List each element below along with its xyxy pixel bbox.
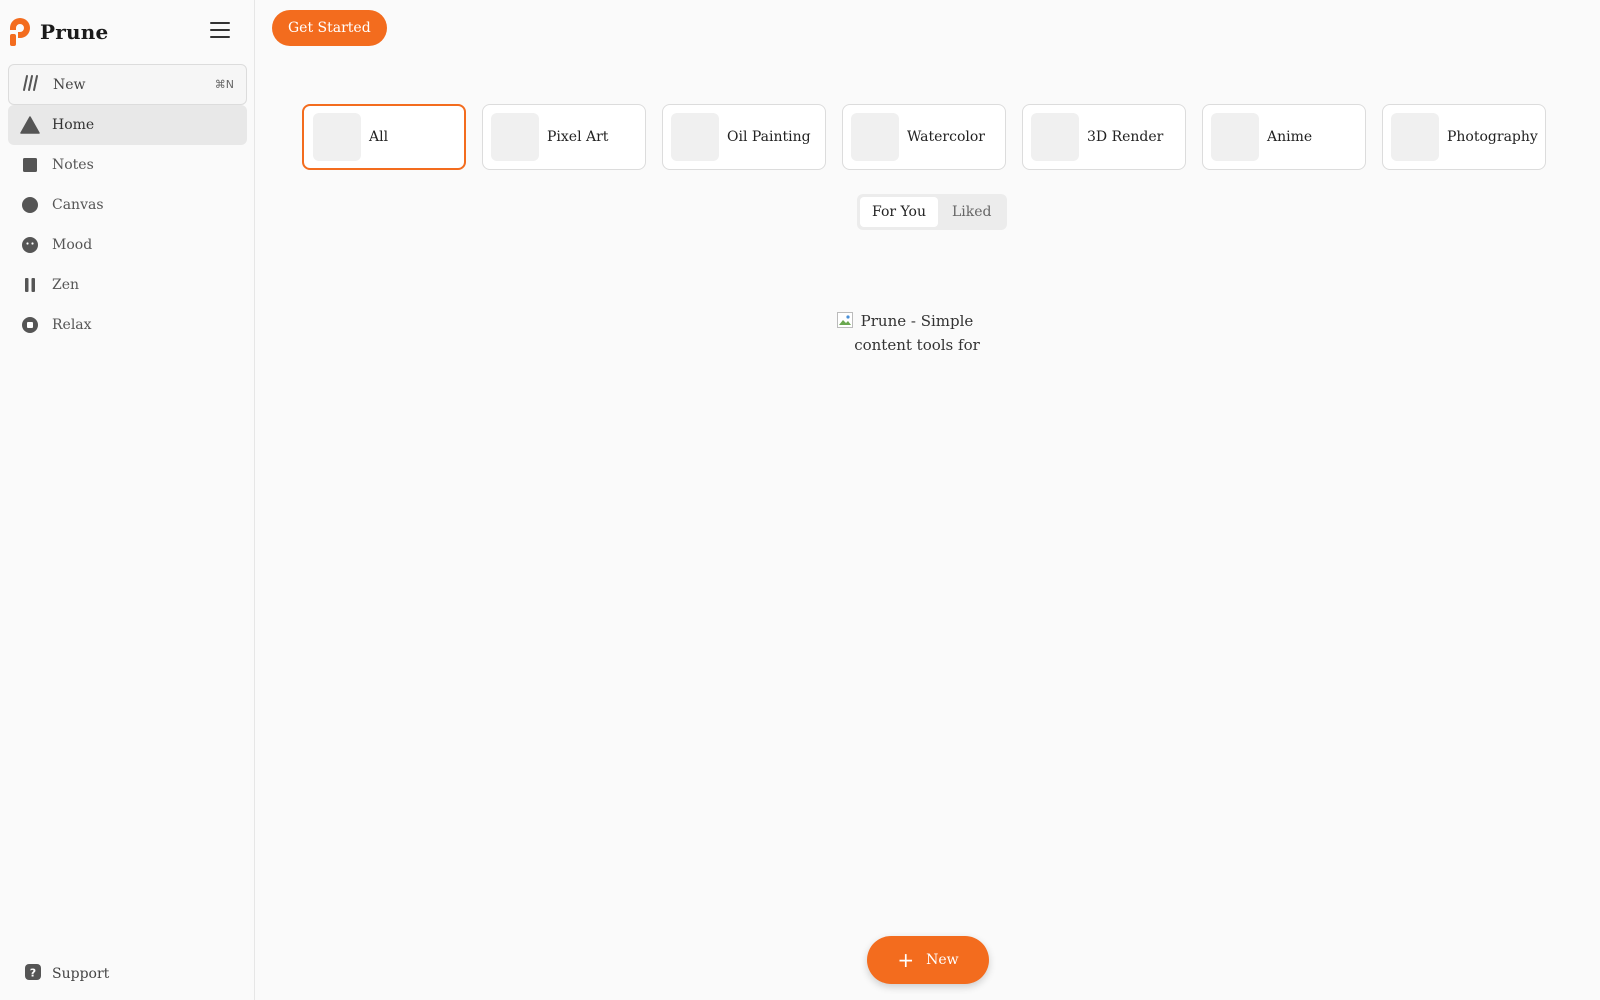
style-card-pixel-art[interactable]: Pixel Art <box>482 104 646 170</box>
style-label: Oil Painting <box>727 129 811 145</box>
style-label: Photography <box>1447 129 1538 145</box>
style-thumbnail <box>313 113 361 161</box>
brand[interactable]: Prune <box>8 16 108 48</box>
ring-icon <box>20 315 40 335</box>
fab-label: New <box>926 952 959 968</box>
sidebar-item-notes[interactable]: Notes <box>8 145 247 185</box>
circle-icon <box>20 195 40 215</box>
new-shortcut: ⌘N <box>214 78 234 91</box>
face-icon <box>20 235 40 255</box>
style-filter-list: All Pixel Art Oil Painting Watercolor 3D… <box>302 104 1546 170</box>
style-card-3d-render[interactable]: 3D Render <box>1022 104 1186 170</box>
svg-text:?: ? <box>30 967 36 980</box>
sidebar-item-label: Mood <box>52 237 93 253</box>
new-button[interactable]: New ⌘N <box>8 64 247 105</box>
support-label: Support <box>52 966 110 982</box>
style-label: Pixel Art <box>547 129 609 145</box>
sidebar-item-relax[interactable]: Relax <box>8 305 247 345</box>
brand-name: Prune <box>40 20 109 44</box>
sidebar-item-label: Notes <box>52 157 94 173</box>
style-card-watercolor[interactable]: Watercolor <box>842 104 1006 170</box>
prune-logo-icon <box>8 16 32 48</box>
slashes-icon <box>21 74 39 96</box>
new-button-label: New <box>53 76 86 93</box>
style-label: 3D Render <box>1087 129 1164 145</box>
plus-icon: + <box>897 948 915 972</box>
hero-image: Prune - Simple content tools for <box>837 309 997 351</box>
style-label: Watercolor <box>907 129 985 145</box>
sidebar-item-home[interactable]: Home <box>8 105 247 145</box>
get-started-button[interactable]: Get Started <box>272 10 387 46</box>
feed-tabs: For You Liked <box>857 194 1007 230</box>
style-label: Anime <box>1267 129 1313 145</box>
style-thumbnail <box>671 113 719 161</box>
hero-image-alt-text: Prune - Simple content tools for <box>854 312 980 351</box>
square-icon <box>20 155 40 175</box>
sidebar-item-label: Relax <box>52 317 92 333</box>
support-link[interactable]: ? Support <box>8 954 125 994</box>
pause-icon <box>20 275 40 295</box>
style-thumbnail <box>1211 113 1259 161</box>
style-card-photography[interactable]: Photography <box>1382 104 1546 170</box>
new-floating-button[interactable]: + New <box>867 936 989 984</box>
style-thumbnail <box>491 113 539 161</box>
style-thumbnail <box>1391 113 1439 161</box>
hamburger-menu-icon[interactable] <box>210 22 230 40</box>
style-thumbnail <box>851 113 899 161</box>
style-thumbnail <box>1031 113 1079 161</box>
tab-liked[interactable]: Liked <box>940 197 1004 227</box>
sidebar-item-label: Home <box>52 117 95 133</box>
broken-image-icon <box>837 311 853 328</box>
style-card-all[interactable]: All <box>302 104 466 170</box>
sidebar-nav: Home Notes Canvas Mood Zen Relax <box>8 105 247 345</box>
tab-for-you[interactable]: For You <box>860 197 938 227</box>
triangle-icon <box>20 115 40 135</box>
sidebar: Prune New ⌘N Home Notes Canvas Mood Zen … <box>0 0 255 1000</box>
sidebar-item-label: Canvas <box>52 197 104 213</box>
help-icon: ? <box>24 963 42 985</box>
sidebar-item-label: Zen <box>52 277 80 293</box>
style-label: All <box>369 129 389 145</box>
sidebar-item-canvas[interactable]: Canvas <box>8 185 247 225</box>
style-card-anime[interactable]: Anime <box>1202 104 1366 170</box>
sidebar-item-zen[interactable]: Zen <box>8 265 247 305</box>
style-card-oil-painting[interactable]: Oil Painting <box>662 104 826 170</box>
sidebar-item-mood[interactable]: Mood <box>8 225 247 265</box>
